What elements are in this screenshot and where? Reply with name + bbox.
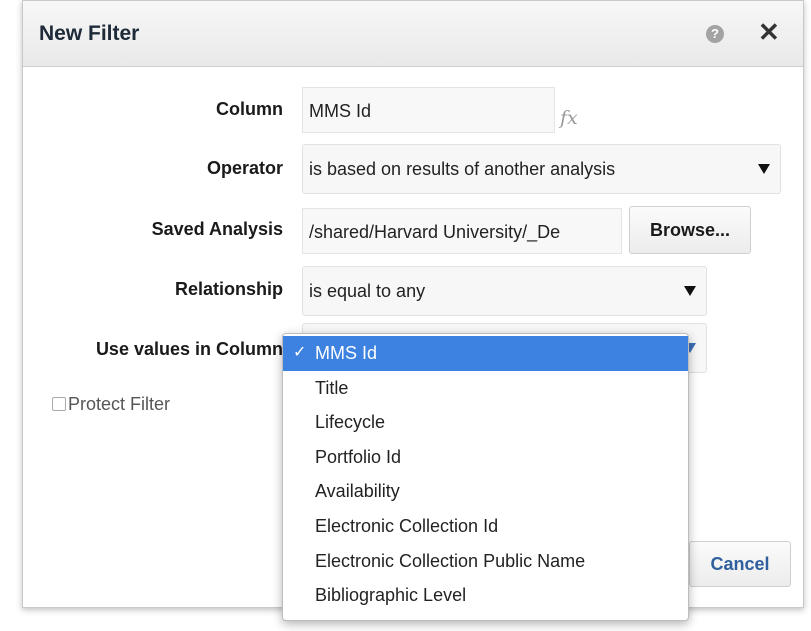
column-label: Column [216, 99, 283, 119]
option-label: Electronic Collection Public Name [315, 550, 586, 571]
option-label: Portfolio Id [315, 446, 402, 467]
dialog-titlebar: New Filter ? ✕ [23, 1, 803, 67]
option-label: MMS Id [315, 343, 378, 363]
option-label: Lifecycle [315, 412, 386, 433]
dropdown-option[interactable]: ✓ MMS Id [283, 336, 688, 371]
chevron-down-icon [684, 286, 696, 296]
check-icon: ✓ [293, 344, 307, 361]
dialog-title: New Filter [39, 22, 140, 45]
help-icon[interactable]: ? [706, 25, 724, 43]
use-values-label: Use values in Column [95, 339, 283, 359]
protect-filter-label: Protect Filter [68, 394, 171, 414]
column-dropdown-list: ✓ MMS Id Title Lifecycle Portfolio Id Av… [282, 333, 689, 621]
close-icon[interactable]: ✕ [758, 19, 780, 45]
option-label: Availability [315, 481, 400, 502]
dropdown-option[interactable]: Lifecycle [283, 405, 688, 440]
operator-label: Operator [206, 158, 283, 178]
dropdown-option[interactable]: Bibliographic Level [283, 578, 688, 613]
dropdown-option[interactable]: Title [283, 371, 688, 406]
cancel-button[interactable]: Cancel [689, 541, 791, 587]
relationship-select[interactable]: is equal to any [302, 266, 707, 316]
saved-analysis-label: Saved Analysis [151, 219, 283, 239]
saved-analysis-field[interactable]: /shared/Harvard University/_De [302, 208, 622, 254]
dropdown-option[interactable]: Electronic Collection Id [283, 509, 688, 544]
chevron-down-icon [758, 164, 770, 174]
relationship-value: is equal to any [309, 281, 426, 301]
protect-filter-checkbox[interactable] [52, 397, 66, 411]
option-label: Title [315, 377, 349, 398]
operator-value: is based on results of another analysis [309, 159, 616, 179]
column-field[interactable]: MMS Id [302, 87, 555, 133]
dropdown-option[interactable]: Availability [283, 474, 688, 509]
option-label: Bibliographic Level [315, 585, 467, 606]
fx-icon[interactable]: fx [560, 107, 578, 129]
dropdown-option[interactable]: Electronic Collection Public Name [283, 544, 688, 579]
dropdown-option[interactable]: Portfolio Id [283, 440, 688, 475]
operator-select[interactable]: is based on results of another analysis [302, 144, 781, 194]
relationship-label: Relationship [174, 279, 283, 299]
browse-button[interactable]: Browse... [629, 206, 751, 254]
option-label: Electronic Collection Id [315, 515, 499, 536]
